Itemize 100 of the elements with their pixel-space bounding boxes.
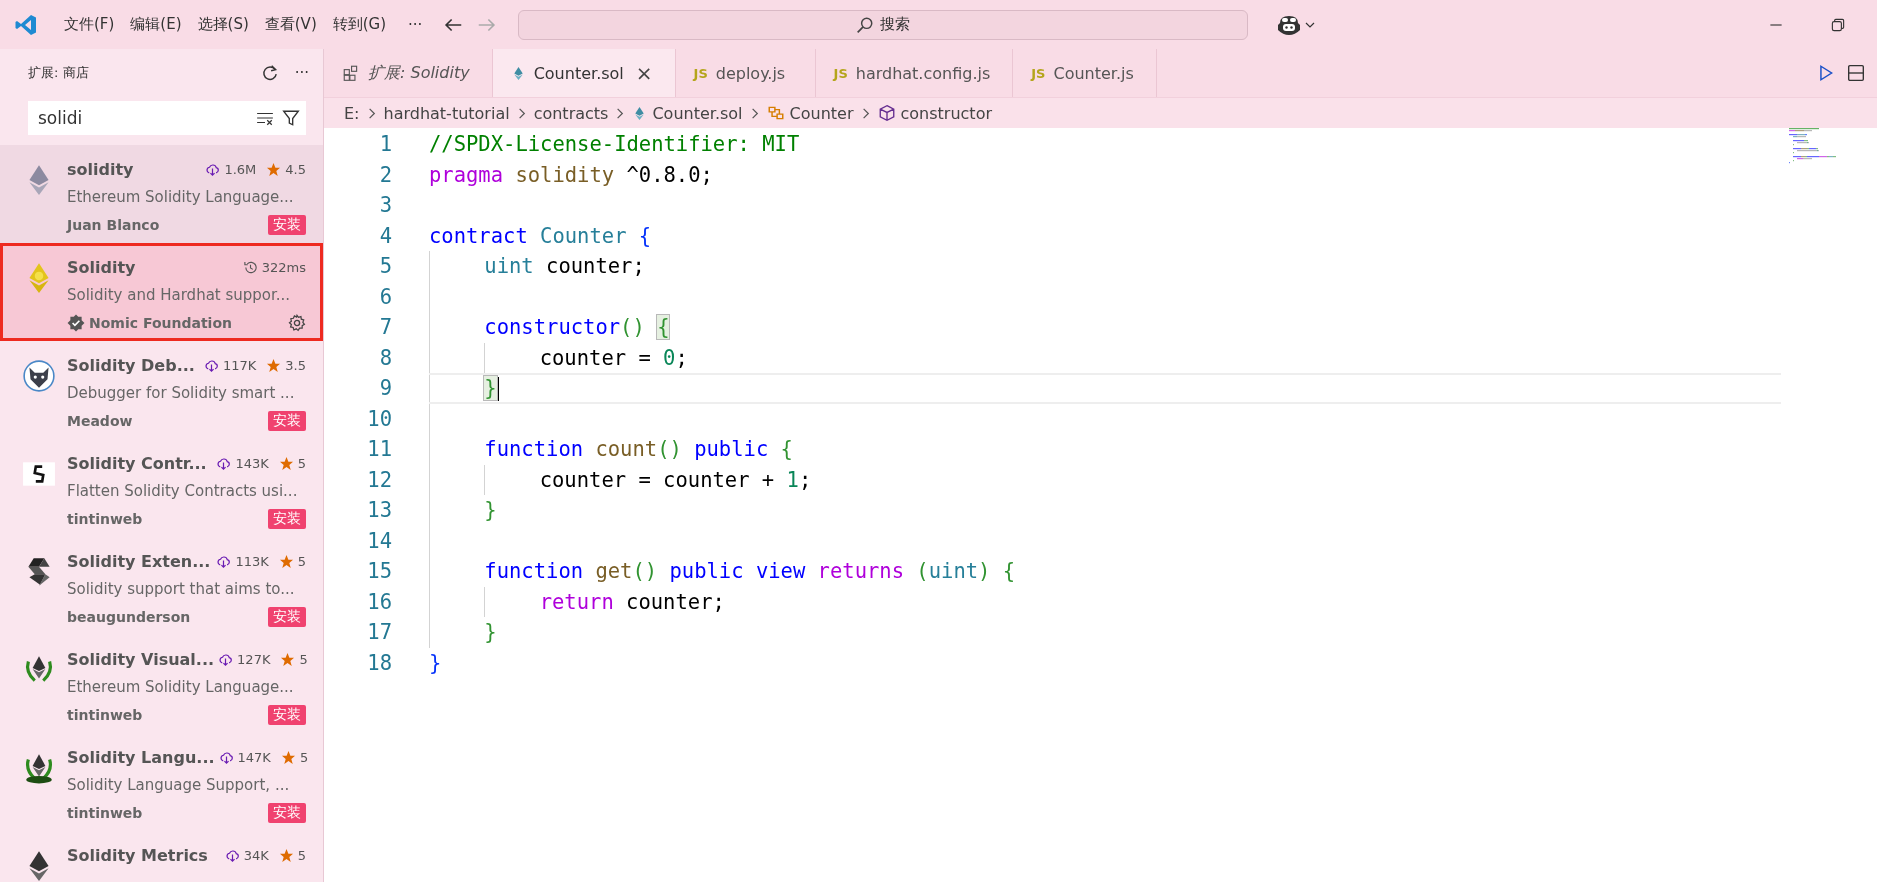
extension-search-field[interactable]: solidi	[28, 101, 306, 135]
menu-item[interactable]: 编辑(E)	[122, 11, 190, 38]
run-icon[interactable]	[1817, 64, 1835, 82]
search-input[interactable]: solidi	[36, 107, 248, 129]
breadcrumb-item[interactable]: hardhat-tutorial	[383, 103, 510, 123]
code-editor-logo-icon[interactable]	[14, 12, 38, 37]
breadcrumb-item[interactable]: E:	[344, 103, 360, 123]
extension-name: Solidity Visual...	[67, 649, 215, 669]
extension-description: Ethereum Solidity Language...	[67, 677, 295, 698]
line-number: 17	[366, 620, 393, 645]
js-file-icon: JS	[833, 65, 848, 81]
publisher-name: beaugunderson	[67, 609, 192, 625]
line-number: 14	[366, 528, 393, 553]
rating: 5	[299, 651, 308, 667]
js-file-icon: JS	[693, 65, 708, 81]
install-button[interactable]: 安装	[268, 215, 306, 235]
activation-time: 322ms	[261, 259, 306, 275]
fox-icon	[22, 359, 56, 393]
code-line: }	[484, 620, 497, 645]
download-icon	[224, 847, 240, 863]
line-number: 15	[366, 559, 393, 584]
extension-item[interactable]: Solidity Langu... 147K 5 Solidity Language Support, ... tintinweb 安装	[0, 733, 323, 831]
install-button[interactable]: 安装	[268, 607, 306, 627]
menu-item[interactable]: 选择(S)	[189, 11, 257, 38]
line-number: 7	[378, 315, 393, 340]
line-number: 8	[378, 345, 393, 370]
refresh-icon[interactable]	[260, 64, 279, 82]
extension-description: Debugger for Solidity smart ...	[67, 383, 296, 404]
extension-item[interactable]: Solidity Exten... 113K 5 Solidity support that aims to... beaugunderson 安装	[0, 537, 323, 635]
code-line: uint counter;	[484, 254, 645, 279]
extension-item[interactable]: Solidity Deb... 117K 3.5 Debugger for Solidity smart ... Meadow 安装	[0, 341, 323, 439]
extension-description: Solidity Language Support, ...	[67, 775, 291, 796]
breadcrumb-item[interactable]: Counter.sol	[652, 103, 743, 123]
publisher-name: Juan Blanco	[67, 217, 161, 233]
rating: 3.5	[285, 357, 306, 373]
more-menu[interactable]: ···	[394, 11, 437, 38]
extension-item[interactable]: solidity 1.6M 4.5 Ethereum Solidity Language... Juan Blanco 安装	[0, 145, 323, 243]
download-count: 147K	[237, 749, 271, 765]
download-count: 127K	[237, 651, 271, 667]
extension-description: Solidity support that aims to...	[67, 579, 296, 600]
download-count: 113K	[235, 553, 269, 569]
rating: 5	[297, 455, 306, 471]
install-button[interactable]: 安装	[268, 411, 306, 431]
filter-icon[interactable]	[282, 109, 300, 127]
code-line: pragma solidity ^0.8.0;	[429, 162, 713, 187]
rating: 5	[297, 847, 306, 863]
code-line: counter = 0;	[539, 345, 688, 370]
code-line: }	[429, 650, 442, 675]
star-icon	[278, 455, 294, 471]
download-icon	[216, 553, 232, 569]
code-line: function count() public {	[484, 437, 793, 462]
code-line: }	[484, 498, 497, 523]
download-icon	[203, 357, 219, 373]
line-number: 2	[378, 162, 393, 187]
menu-item[interactable]: 查看(V)	[256, 11, 325, 38]
split-editor-icon[interactable]	[1847, 64, 1865, 82]
breadcrumb-item[interactable]: contracts	[533, 103, 609, 123]
line-number: 10	[366, 406, 393, 431]
extension-item[interactable]: Solidity Visual... 127K 5 Ethereum Solidity Language... tintinweb 安装	[0, 635, 323, 733]
line-number: 1	[378, 132, 393, 157]
extension-item[interactable]: Solidity Metrics 34K 5	[0, 831, 323, 882]
command-search-field[interactable]: 搜索	[518, 9, 1249, 40]
extension-name: Solidity Deb...	[67, 355, 196, 375]
extension-description: Ethereum Solidity Language...	[67, 187, 295, 208]
extension-name: Solidity	[67, 257, 137, 277]
history-icon	[242, 259, 258, 275]
extension-name: Solidity Metrics	[67, 845, 209, 865]
line-number: 13	[366, 498, 393, 523]
cube-icon	[877, 104, 896, 122]
download-count: 143K	[235, 455, 269, 471]
settings-icon[interactable]	[288, 314, 306, 332]
download-icon	[216, 455, 232, 471]
search-icon	[856, 15, 875, 34]
install-button[interactable]: 安装	[268, 705, 306, 725]
line-number: 3	[378, 193, 393, 218]
star-icon	[278, 847, 294, 863]
breadcrumb-item[interactable]: Counter	[789, 103, 854, 123]
star-icon	[266, 161, 282, 177]
code-line: constructor() {	[484, 315, 670, 340]
install-button[interactable]: 安装	[268, 803, 306, 823]
menu-item[interactable]: 文件(F)	[56, 11, 123, 38]
code-line: counter = counter + 1;	[539, 467, 812, 492]
line-number: 18	[366, 650, 393, 675]
publisher-name: Nomic Foundation	[89, 315, 233, 331]
line-number: 5	[378, 254, 393, 279]
install-button[interactable]: 安装	[268, 509, 306, 529]
close-icon[interactable]: ×	[635, 61, 653, 85]
menu-item[interactable]: 转到(G)	[324, 11, 395, 38]
publisher-name: Meadow	[67, 413, 134, 429]
extension-item[interactable]: Solidity Contr... 143K 5 Flatten Solidity Contracts usi... tintinweb 安装	[0, 439, 323, 537]
more-actions-button[interactable]: ···	[294, 64, 309, 82]
extension-description: Flatten Solidity Contracts usi...	[67, 481, 299, 502]
extension-name: Solidity Contr...	[67, 453, 208, 473]
line-number: 16	[366, 589, 393, 614]
publisher-name: tintinweb	[67, 805, 144, 821]
breadcrumb-item[interactable]: constructor	[900, 103, 992, 123]
editor-tab[interactable]: Counter.sol ×	[492, 49, 676, 97]
line-number: 11	[366, 437, 393, 462]
extension-item[interactable]: Solidity 322ms Solidity and Hardhat suppor... Nomic Foundation	[0, 243, 323, 341]
code-line: contract Counter {	[429, 223, 652, 248]
